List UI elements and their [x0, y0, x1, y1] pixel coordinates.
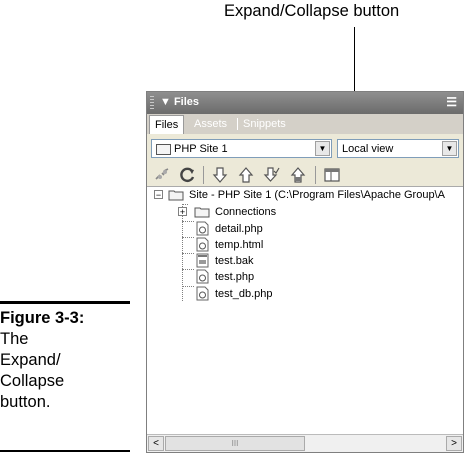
bak-file-icon: [196, 253, 209, 268]
tree-item-file[interactable]: temp.html: [147, 237, 463, 253]
figure-caption: The Expand/ Collapse button.: [0, 330, 65, 411]
scroll-left-arrow-icon[interactable]: <: [148, 436, 164, 451]
tree-item-label: test.php: [215, 271, 255, 283]
refresh-icon[interactable]: [179, 166, 197, 184]
chevron-down-icon[interactable]: ▼: [315, 141, 330, 156]
tree-item-label: temp.html: [215, 239, 264, 251]
folder-icon: [194, 206, 210, 218]
tree-root-label: Site - PHP Site 1 (C:\Program Files\Apac…: [189, 189, 445, 201]
collapse-toggle-icon[interactable]: −: [154, 190, 163, 200]
site-select[interactable]: PHP Site 1 ▼: [151, 139, 332, 158]
callout-label: Expand/Collapse button: [224, 2, 400, 20]
panel-tabs: Files Assets Snippets: [147, 114, 463, 135]
check-in-icon[interactable]: [289, 166, 307, 184]
tree-item-file[interactable]: test_db.php: [147, 286, 463, 302]
site-select-value: PHP Site 1: [174, 143, 228, 155]
figure-rule-top: [0, 301, 130, 304]
panel-titlebar[interactable]: ▼ Files ☰: [147, 92, 463, 114]
panel-toolbar: [147, 164, 463, 187]
expand-toggle-icon[interactable]: +: [178, 207, 187, 217]
view-select-value: Local view: [342, 143, 394, 155]
tree-item-file[interactable]: test.bak: [147, 253, 463, 269]
tree-item-connections[interactable]: + Connections: [147, 204, 463, 220]
connect-icon[interactable]: [153, 166, 171, 184]
panel-controls: PHP Site 1 ▼ Local view ▼: [147, 134, 463, 164]
tree-root-row[interactable]: − Site - PHP Site 1 (C:\Program Files\Ap…: [147, 187, 463, 203]
view-select[interactable]: Local view ▼: [337, 139, 459, 158]
expand-collapse-icon[interactable]: [323, 166, 341, 184]
toolbar-separator: [315, 166, 316, 184]
site-icon: [168, 189, 184, 201]
figure-caption-block: Figure 3-3: The Expand/ Collapse button.: [0, 308, 150, 413]
php-file-icon: [196, 269, 209, 284]
tree-item-label: detail.php: [215, 223, 263, 235]
options-menu-icon[interactable]: ☰: [446, 95, 457, 109]
tree-item-file[interactable]: test.php: [147, 269, 463, 285]
toolbar-separator: [203, 166, 204, 184]
scroll-right-arrow-icon[interactable]: >: [446, 436, 462, 451]
tab-snippets[interactable]: Snippets: [238, 115, 291, 134]
tree-item-file[interactable]: detail.php: [147, 221, 463, 237]
tree-item-label: test_db.php: [215, 288, 273, 300]
panel-grip-icon[interactable]: [150, 96, 154, 110]
php-file-icon: [196, 221, 209, 236]
scroll-thumb[interactable]: III: [165, 436, 305, 451]
figure-label: Figure 3-3:: [0, 309, 85, 327]
chevron-down-icon[interactable]: ▼: [442, 141, 457, 156]
panel-title-text: Files: [173, 96, 200, 108]
file-tree: − Site - PHP Site 1 (C:\Program Files\Ap…: [147, 187, 463, 429]
tab-assets[interactable]: Assets: [189, 115, 232, 134]
put-files-icon[interactable]: [237, 166, 255, 184]
site-folder-icon: [156, 144, 171, 155]
html-file-icon: [196, 237, 209, 252]
tree-item-label: Connections: [215, 206, 277, 218]
check-out-icon[interactable]: [263, 166, 281, 184]
get-files-icon[interactable]: [211, 166, 229, 184]
tree-item-label: test.bak: [215, 255, 254, 267]
files-panel: ▼ Files ☰ Files Assets Snippets PHP Site…: [146, 91, 464, 453]
collapse-arrow-icon[interactable]: ▼: [160, 96, 171, 108]
panel-title[interactable]: ▼ Files: [160, 96, 199, 108]
tab-files[interactable]: Files: [149, 115, 185, 135]
php-file-icon: [196, 286, 209, 301]
figure-rule-bottom: [0, 450, 130, 452]
horizontal-scrollbar[interactable]: < III >: [147, 434, 463, 452]
